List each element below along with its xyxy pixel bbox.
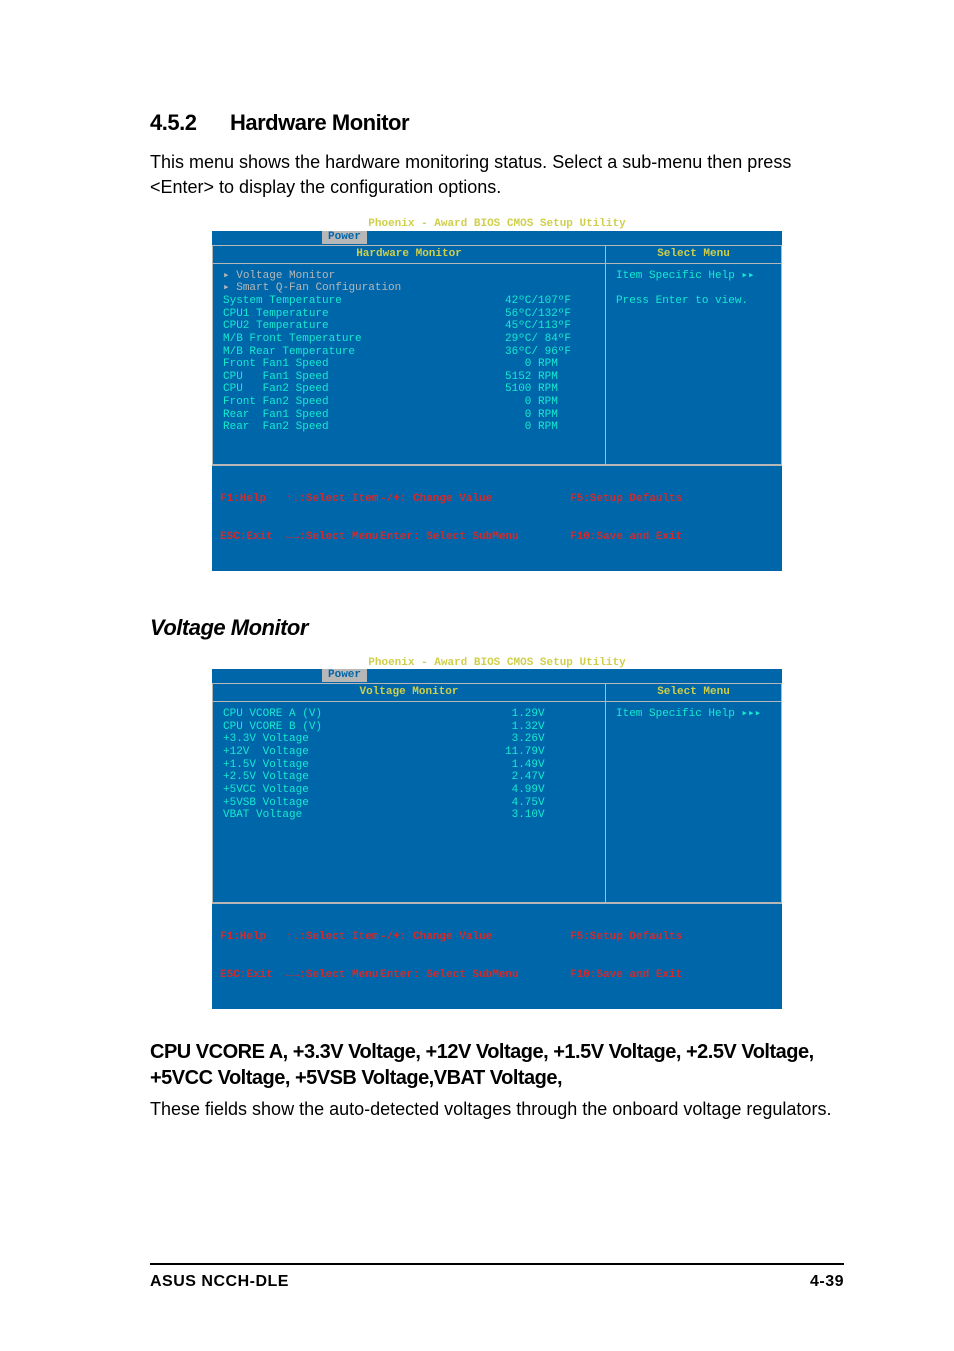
help-header: Item Specific Help — [616, 270, 771, 283]
bios-left-header: Voltage Monitor — [213, 684, 605, 702]
hw-row: CPU2 Temperature45ºC/113ºF — [223, 320, 595, 333]
volt-row: VBAT Voltage 3.10V — [223, 809, 595, 822]
triangle-icon: ▸ — [223, 282, 236, 295]
volt-row: +3.3V Voltage 3.26V — [223, 733, 595, 746]
bios-tab-power[interactable]: Power — [322, 231, 367, 244]
bios-tab-power[interactable]: Power — [322, 669, 367, 682]
volt-row: +5VCC Voltage 4.99V — [223, 784, 595, 797]
hw-row: M/B Rear Temperature36ºC/ 96ºF — [223, 346, 595, 359]
footer-right: 4-39 — [810, 1273, 844, 1291]
bios-title: Phoenix - Award BIOS CMOS Setup Utility — [212, 655, 782, 670]
section-number: 4.5.2 — [150, 110, 230, 136]
volt-row: +12V Voltage11.79V — [223, 746, 595, 759]
bios-tabs: Power — [212, 669, 782, 683]
help-header: Item Specific Help — [616, 708, 771, 721]
bios-submenu-qfan[interactable]: ▸ Smart Q-Fan Configuration — [223, 282, 595, 295]
hw-row: System Temperature42ºC/107ºF — [223, 295, 595, 308]
hw-row: CPU1 Temperature56ºC/132ºF — [223, 308, 595, 321]
triangle-icon: ▸ — [223, 270, 236, 283]
bios-title: Phoenix - Award BIOS CMOS Setup Utility — [212, 216, 782, 231]
help-text: Press Enter to view. — [616, 295, 771, 308]
bios-footer: F1:Help ↑↓:Select Item-/+: Change ValueF… — [212, 903, 782, 1009]
volt-row: +2.5V Voltage 2.47V — [223, 771, 595, 784]
fields-heading: CPU VCORE A, +3.3V Voltage, +12V Voltage… — [150, 1039, 844, 1091]
section-intro: This menu shows the hardware monitoring … — [150, 150, 844, 200]
bios-left-header: Hardware Monitor — [213, 246, 605, 264]
hw-row: Front Fan1 Speed 0 RPM — [223, 358, 595, 371]
hw-row: Rear Fan2 Speed 0 RPM — [223, 421, 595, 434]
menu-label: Smart Q-Fan Configuration — [236, 282, 401, 295]
hw-row: Rear Fan1 Speed 0 RPM — [223, 409, 595, 422]
volt-row: +1.5V Voltage 1.49V — [223, 759, 595, 772]
bios-hardware-monitor: Phoenix - Award BIOS CMOS Setup Utility … — [212, 216, 782, 570]
bios-submenu-voltage[interactable]: ▸ Voltage Monitor — [223, 270, 595, 283]
volt-row: +5VSB Voltage 4.75V — [223, 797, 595, 810]
hw-row: CPU Fan1 Speed5152 RPM — [223, 371, 595, 384]
hw-row: CPU Fan2 Speed5100 RPM — [223, 383, 595, 396]
page-footer: ASUS NCCH-DLE 4-39 — [150, 1263, 844, 1291]
hw-row: M/B Front Temperature29ºC/ 84ºF — [223, 333, 595, 346]
bios-right-header: Select Menu — [606, 684, 781, 702]
volt-row: CPU VCORE B (V) 1.32V — [223, 721, 595, 734]
hw-row: Front Fan2 Speed 0 RPM — [223, 396, 595, 409]
menu-label: Voltage Monitor — [236, 270, 335, 283]
bios-voltage-monitor: Phoenix - Award BIOS CMOS Setup Utility … — [212, 655, 782, 1009]
section-heading: 4.5.2Hardware Monitor — [150, 110, 844, 136]
footer-left: ASUS NCCH-DLE — [150, 1273, 289, 1291]
fields-body: These fields show the auto-detected volt… — [150, 1097, 844, 1122]
voltage-monitor-heading: Voltage Monitor — [150, 615, 844, 641]
section-title: Hardware Monitor — [230, 110, 409, 135]
bios-right-header: Select Menu — [606, 246, 781, 264]
volt-row: CPU VCORE A (V) 1.29V — [223, 708, 595, 721]
bios-footer: F1:Help ↑↓:Select Item-/+: Change ValueF… — [212, 465, 782, 571]
bios-tabs: Power — [212, 231, 782, 245]
